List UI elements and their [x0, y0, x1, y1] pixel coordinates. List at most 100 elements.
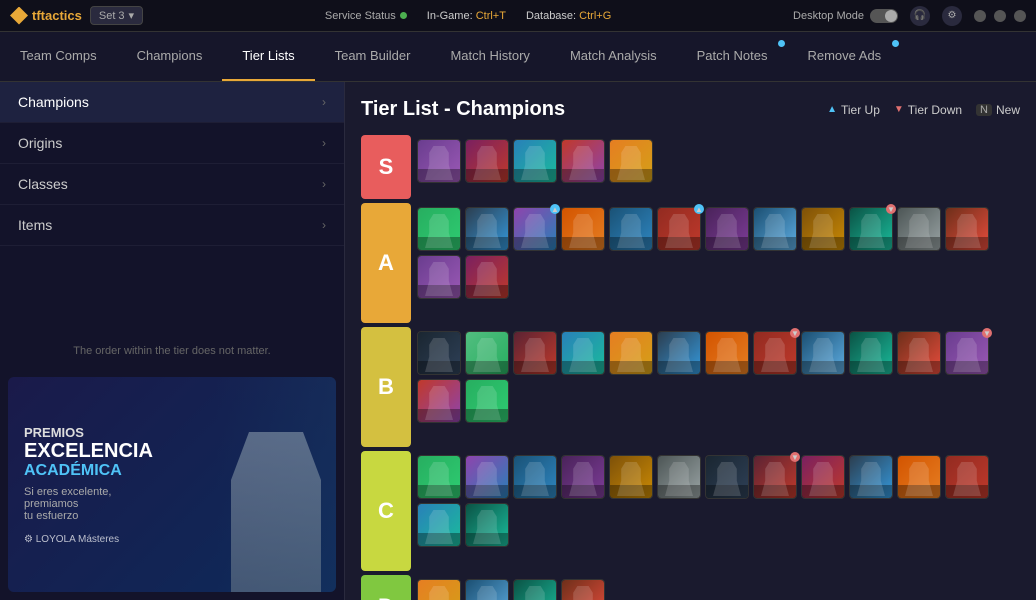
tab-remove-ads[interactable]: Remove Ads [787, 32, 901, 81]
champion-icon[interactable] [465, 207, 509, 251]
tier-list-title: Tier List - Champions [361, 98, 565, 121]
champion-icon[interactable] [609, 207, 653, 251]
champion-icon[interactable] [417, 255, 461, 299]
tab-team-builder[interactable]: Team Builder [315, 32, 431, 81]
champion-icon[interactable]: ▼ [753, 331, 797, 375]
champion-icon[interactable] [801, 207, 845, 251]
tier-champions-c: ▼ [417, 451, 1020, 551]
sidebar-item-champions[interactable]: Champions › [0, 82, 344, 123]
champion-icon[interactable] [897, 455, 941, 499]
champion-icon[interactable] [417, 455, 461, 499]
champion-icon[interactable] [897, 331, 941, 375]
chevron-right-icon: › [322, 177, 326, 191]
champion-icon[interactable] [561, 455, 605, 499]
set-chevron: ▾ [129, 9, 135, 22]
champion-icon[interactable] [417, 379, 461, 423]
title-bar-center: Service Status In-Game: Ctrl+T Database:… [325, 10, 611, 22]
content-area: Tier List - Champions ▲ Tier Up ▼ Tier D… [345, 82, 1036, 600]
sidebar-item-origins[interactable]: Origins › [0, 123, 344, 164]
tab-team-comps[interactable]: Team Comps [0, 32, 117, 81]
champion-icon[interactable] [513, 331, 557, 375]
champion-icon[interactable] [657, 331, 701, 375]
tier-champions-d [417, 575, 1020, 600]
tab-patch-notes[interactable]: Patch Notes [677, 32, 788, 81]
minimize-button[interactable] [974, 10, 986, 22]
champion-icon[interactable] [513, 455, 557, 499]
champion-icon[interactable]: ▼ [849, 207, 893, 251]
headset-icon[interactable]: 🎧 [910, 6, 930, 26]
tier-row-a: A ▲ ▲ ▼ [361, 203, 1020, 323]
tier-label-a: A [361, 203, 411, 323]
champion-icon[interactable] [465, 331, 509, 375]
champion-icon[interactable] [465, 579, 509, 600]
champion-icon[interactable] [465, 503, 509, 547]
champion-icon[interactable] [561, 207, 605, 251]
champion-icon[interactable] [705, 331, 749, 375]
champion-icon[interactable] [417, 331, 461, 375]
ingame-shortcut: In-Game: Ctrl+T [427, 10, 506, 22]
champion-icon[interactable] [849, 331, 893, 375]
chevron-right-icon: › [322, 95, 326, 109]
champion-icon[interactable] [897, 207, 941, 251]
champion-icon[interactable] [417, 139, 461, 183]
champion-icon[interactable]: ▼ [945, 331, 989, 375]
champion-icon[interactable] [561, 139, 605, 183]
ad-people-image [231, 432, 321, 592]
champion-icon[interactable] [561, 579, 605, 600]
sidebar-item-items[interactable]: Items › [0, 205, 344, 246]
tier-down-badge: ▼ [886, 204, 896, 214]
champion-icon[interactable]: ▲ [513, 207, 557, 251]
champion-icon[interactable] [609, 331, 653, 375]
champion-icon[interactable] [417, 207, 461, 251]
database-shortcut: Database: Ctrl+G [526, 10, 611, 22]
champion-icon[interactable] [801, 331, 845, 375]
champion-icon[interactable] [801, 455, 845, 499]
champion-icon[interactable] [465, 255, 509, 299]
champion-icon[interactable] [561, 331, 605, 375]
tier-row-d: D [361, 575, 1020, 600]
tab-champions[interactable]: Champions [117, 32, 223, 81]
sidebar-ad[interactable]: PREMIOS EXCELENCIA ACADÉMICA Si eres exc… [8, 377, 336, 592]
tier-label-b: B [361, 327, 411, 447]
maximize-button[interactable] [994, 10, 1006, 22]
sidebar-item-classes[interactable]: Classes › [0, 164, 344, 205]
champion-icon[interactable] [465, 455, 509, 499]
champion-icon[interactable] [705, 455, 749, 499]
tier-row-s: S [361, 135, 1020, 199]
tier-label-c: C [361, 451, 411, 571]
champion-icon[interactable] [705, 207, 749, 251]
set-label: Set 3 [99, 10, 125, 22]
champion-icon[interactable] [609, 455, 653, 499]
champion-icon[interactable] [513, 139, 557, 183]
champion-icon[interactable] [849, 455, 893, 499]
legend-new: N New [976, 103, 1020, 117]
tier-up-badge: ▲ [694, 204, 704, 214]
tier-label-d: D [361, 575, 411, 600]
champion-icon[interactable]: ▲ [657, 207, 701, 251]
champion-icon[interactable] [753, 207, 797, 251]
champion-icon[interactable] [945, 207, 989, 251]
window-controls [974, 10, 1026, 22]
tier-down-badge: ▼ [790, 452, 800, 462]
champion-icon[interactable] [417, 503, 461, 547]
champion-icon[interactable] [945, 455, 989, 499]
tier-label-s: S [361, 135, 411, 199]
settings-icon[interactable]: ⚙ [942, 6, 962, 26]
tier-legend: ▲ Tier Up ▼ Tier Down N New [827, 103, 1020, 117]
champion-icon[interactable] [609, 139, 653, 183]
champion-icon[interactable] [657, 455, 701, 499]
app-logo: tftactics [10, 7, 82, 25]
champion-icon[interactable]: ▼ [753, 455, 797, 499]
tab-tier-lists[interactable]: Tier Lists [222, 32, 314, 81]
tier-champions-b: ▼ ▼ [417, 327, 1020, 427]
tab-match-analysis[interactable]: Match Analysis [550, 32, 677, 81]
champion-icon[interactable] [465, 139, 509, 183]
desktop-mode-toggle[interactable] [870, 9, 898, 23]
set-badge[interactable]: Set 3 ▾ [90, 6, 143, 25]
champion-icon[interactable] [513, 579, 557, 600]
champion-icon[interactable] [465, 379, 509, 423]
tab-match-history[interactable]: Match History [430, 32, 549, 81]
nav-tabs: Team Comps Champions Tier Lists Team Bui… [0, 32, 1036, 82]
close-button[interactable] [1014, 10, 1026, 22]
champion-icon[interactable] [417, 579, 461, 600]
